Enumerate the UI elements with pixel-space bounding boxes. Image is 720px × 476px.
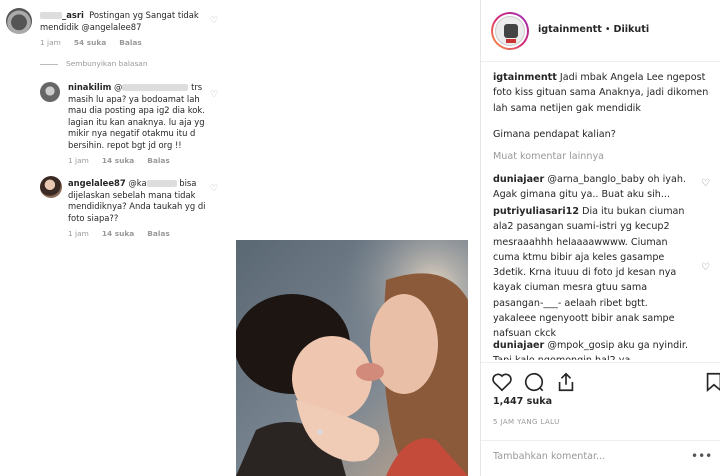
comment-time: 1 jam bbox=[40, 38, 61, 47]
heart-icon[interactable]: ♡ bbox=[701, 178, 713, 189]
hide-replies-link[interactable]: Sembunyikan balasan bbox=[40, 59, 148, 68]
comment-username[interactable]: ninakilim bbox=[68, 82, 111, 92]
comment-meta: 1 jam 14 suka Balas bbox=[68, 155, 208, 167]
kiss-photo-image bbox=[236, 240, 468, 476]
comment: duniajaer @arna_banglo_baby oh iyah. Aga… bbox=[493, 172, 689, 203]
comment-text: masih lu apa? ya bodoamat lah mau dia po… bbox=[68, 93, 205, 150]
share-icon[interactable] bbox=[555, 371, 577, 393]
comment-username[interactable]: _asri bbox=[62, 10, 84, 20]
comment-time: 1 jam bbox=[68, 229, 89, 238]
more-options-icon[interactable]: ••• bbox=[691, 449, 712, 463]
post-avatar[interactable] bbox=[491, 12, 529, 50]
comment-screenshot-panel: _asri Postingan yg Sangat tidak mendidik… bbox=[0, 0, 236, 246]
post-actions bbox=[481, 362, 720, 398]
heart-icon[interactable]: ♡ bbox=[210, 184, 221, 194]
like-count[interactable]: 1,447 suka bbox=[493, 396, 552, 407]
reply-button[interactable]: Balas bbox=[119, 38, 142, 47]
avatar bbox=[6, 8, 32, 34]
comment-time: 1 jam bbox=[68, 156, 89, 165]
heart-icon[interactable]: ♡ bbox=[210, 16, 221, 26]
caption-username[interactable]: igtainmentt bbox=[493, 72, 557, 83]
instagram-post: igtainmentt • Diikuti igtainmentt Jadi mba… bbox=[480, 0, 720, 476]
reply-button[interactable]: Balas bbox=[147, 229, 170, 238]
add-comment-input[interactable] bbox=[493, 451, 683, 462]
bookmark-icon[interactable] bbox=[703, 371, 720, 393]
comment-username[interactable]: duniajaer bbox=[493, 174, 544, 185]
heart-icon[interactable]: ♡ bbox=[210, 90, 221, 100]
post-photo bbox=[236, 240, 468, 476]
avatar bbox=[40, 82, 60, 102]
comment: putriyuliasari12 Dia itu bukan ciuman al… bbox=[493, 204, 689, 342]
comment-icon[interactable] bbox=[523, 371, 545, 393]
heart-icon[interactable] bbox=[491, 371, 513, 393]
comment: duniajaer @mpok_gosip aku ga nyindir. Ta… bbox=[493, 338, 689, 360]
add-comment-bar: ••• bbox=[481, 440, 720, 476]
comment-username[interactable]: putriyuliasari12 bbox=[493, 206, 579, 217]
comment-mention[interactable]: @ bbox=[114, 82, 122, 92]
comment-mention[interactable]: @ka bbox=[128, 178, 146, 188]
post-username[interactable]: igtainmentt bbox=[538, 24, 602, 35]
reply-button[interactable]: Balas bbox=[147, 156, 170, 165]
post-timestamp: 5 JAM YANG LALU bbox=[493, 418, 560, 426]
blurred-username bbox=[40, 12, 62, 19]
comment-likes[interactable]: 14 suka bbox=[102, 229, 134, 238]
avatar bbox=[40, 176, 62, 198]
comment-username[interactable]: duniajaer bbox=[493, 340, 544, 351]
comment-username[interactable]: angelalee87 bbox=[68, 178, 126, 188]
post-header: igtainmentt • Diikuti bbox=[481, 0, 720, 62]
comment-meta: 1 jam 54 suka Balas bbox=[40, 37, 210, 49]
comment-likes[interactable]: 14 suka bbox=[102, 156, 134, 165]
comment-likes[interactable]: 54 suka bbox=[74, 38, 106, 47]
comment-text: Dia itu bukan ciuman ala2 pasangan suami… bbox=[493, 206, 685, 340]
blurred-mention bbox=[122, 84, 189, 91]
load-more-comments[interactable]: Muat komentar lainnya bbox=[493, 151, 604, 162]
heart-icon[interactable]: ♡ bbox=[701, 262, 713, 273]
blurred-mention bbox=[146, 180, 177, 187]
caption-question: Gimana pendapat kalian? bbox=[493, 129, 616, 140]
follow-status[interactable]: Diikuti bbox=[614, 24, 650, 35]
separator-dot: • bbox=[604, 24, 611, 35]
comment-meta: 1 jam 14 suka Balas bbox=[68, 228, 208, 240]
post-caption: igtainmentt Jadi mbak Angela Lee ngepost… bbox=[493, 70, 717, 116]
comment-mention-tail: trs bbox=[191, 82, 203, 92]
